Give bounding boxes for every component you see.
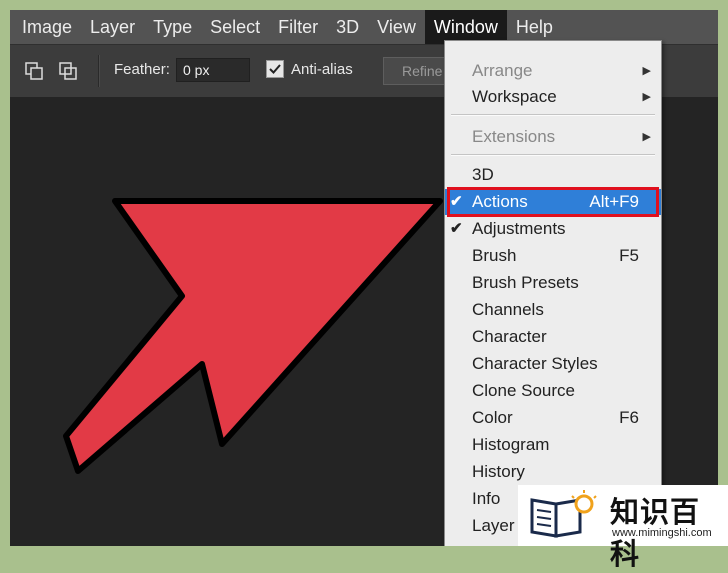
menu-item-3d[interactable]: 3D	[445, 162, 661, 188]
add-to-selection-icon[interactable]	[58, 61, 78, 81]
feather-label: Feather:	[114, 61, 170, 78]
highlight-box	[447, 187, 659, 217]
divider	[98, 55, 100, 87]
menu-view[interactable]: View	[368, 10, 425, 44]
red-arrow-graphic	[63, 198, 443, 474]
menu-item-brush-presets[interactable]: Brush Presets	[445, 270, 661, 296]
watermark-url: www.mimingshi.com	[612, 527, 712, 539]
menu-separator	[451, 114, 655, 116]
menu-image[interactable]: Image	[10, 10, 81, 44]
menu-type[interactable]: Type	[144, 10, 201, 44]
menu-item-character-styles[interactable]: Character Styles	[445, 351, 661, 377]
checkmark-icon: ✔	[450, 220, 463, 237]
menu-select[interactable]: Select	[201, 10, 269, 44]
menu-item-history[interactable]: History	[445, 459, 661, 485]
menu-item-character[interactable]: Character	[445, 324, 661, 350]
menu-separator	[451, 154, 655, 156]
menu-filter[interactable]: Filter	[269, 10, 327, 44]
submenu-arrow-icon: ▶	[642, 131, 651, 143]
submenu-arrow-icon: ▶	[642, 65, 651, 77]
menu-layer[interactable]: Layer	[81, 10, 144, 44]
check-icon	[269, 64, 281, 74]
book-lightbulb-logo	[530, 490, 597, 538]
antialias-checkbox[interactable]	[266, 60, 284, 78]
menu-item-adjustments[interactable]: ✔ Adjustments	[445, 216, 661, 242]
new-selection-icon[interactable]	[24, 61, 44, 81]
watermark: 知识百科 www.mimingshi.com	[518, 485, 728, 571]
menu-item-histogram[interactable]: Histogram	[445, 432, 661, 458]
menu-item-color[interactable]: Color F6	[445, 405, 661, 431]
antialias-label: Anti-alias	[291, 61, 353, 78]
photoshop-window: Image Layer Type Select Filter 3D View W…	[10, 10, 718, 546]
menu-bar: Image Layer Type Select Filter 3D View W…	[10, 10, 718, 44]
menu-item-workspace[interactable]: Workspace ▶	[445, 84, 661, 110]
menu-window[interactable]: Window	[424, 10, 507, 44]
refine-edge-button[interactable]: Refine	[383, 57, 453, 85]
menu-item-extensions[interactable]: Extensions ▶	[445, 124, 661, 150]
feather-input[interactable]: 0 px	[176, 58, 250, 82]
menu-item-brush[interactable]: Brush F5	[445, 243, 661, 269]
menu-help[interactable]: Help	[507, 10, 562, 44]
window-menu-dropdown: Arrange ▶ Workspace ▶ Extensions ▶ 3D ✔ Act…	[444, 40, 662, 546]
menu-3d[interactable]: 3D	[327, 10, 368, 44]
menu-item-arrange[interactable]: Arrange ▶	[445, 58, 661, 84]
menu-item-channels[interactable]: Channels	[445, 297, 661, 323]
menu-item-clone-source[interactable]: Clone Source	[445, 378, 661, 404]
submenu-arrow-icon: ▶	[642, 91, 651, 103]
